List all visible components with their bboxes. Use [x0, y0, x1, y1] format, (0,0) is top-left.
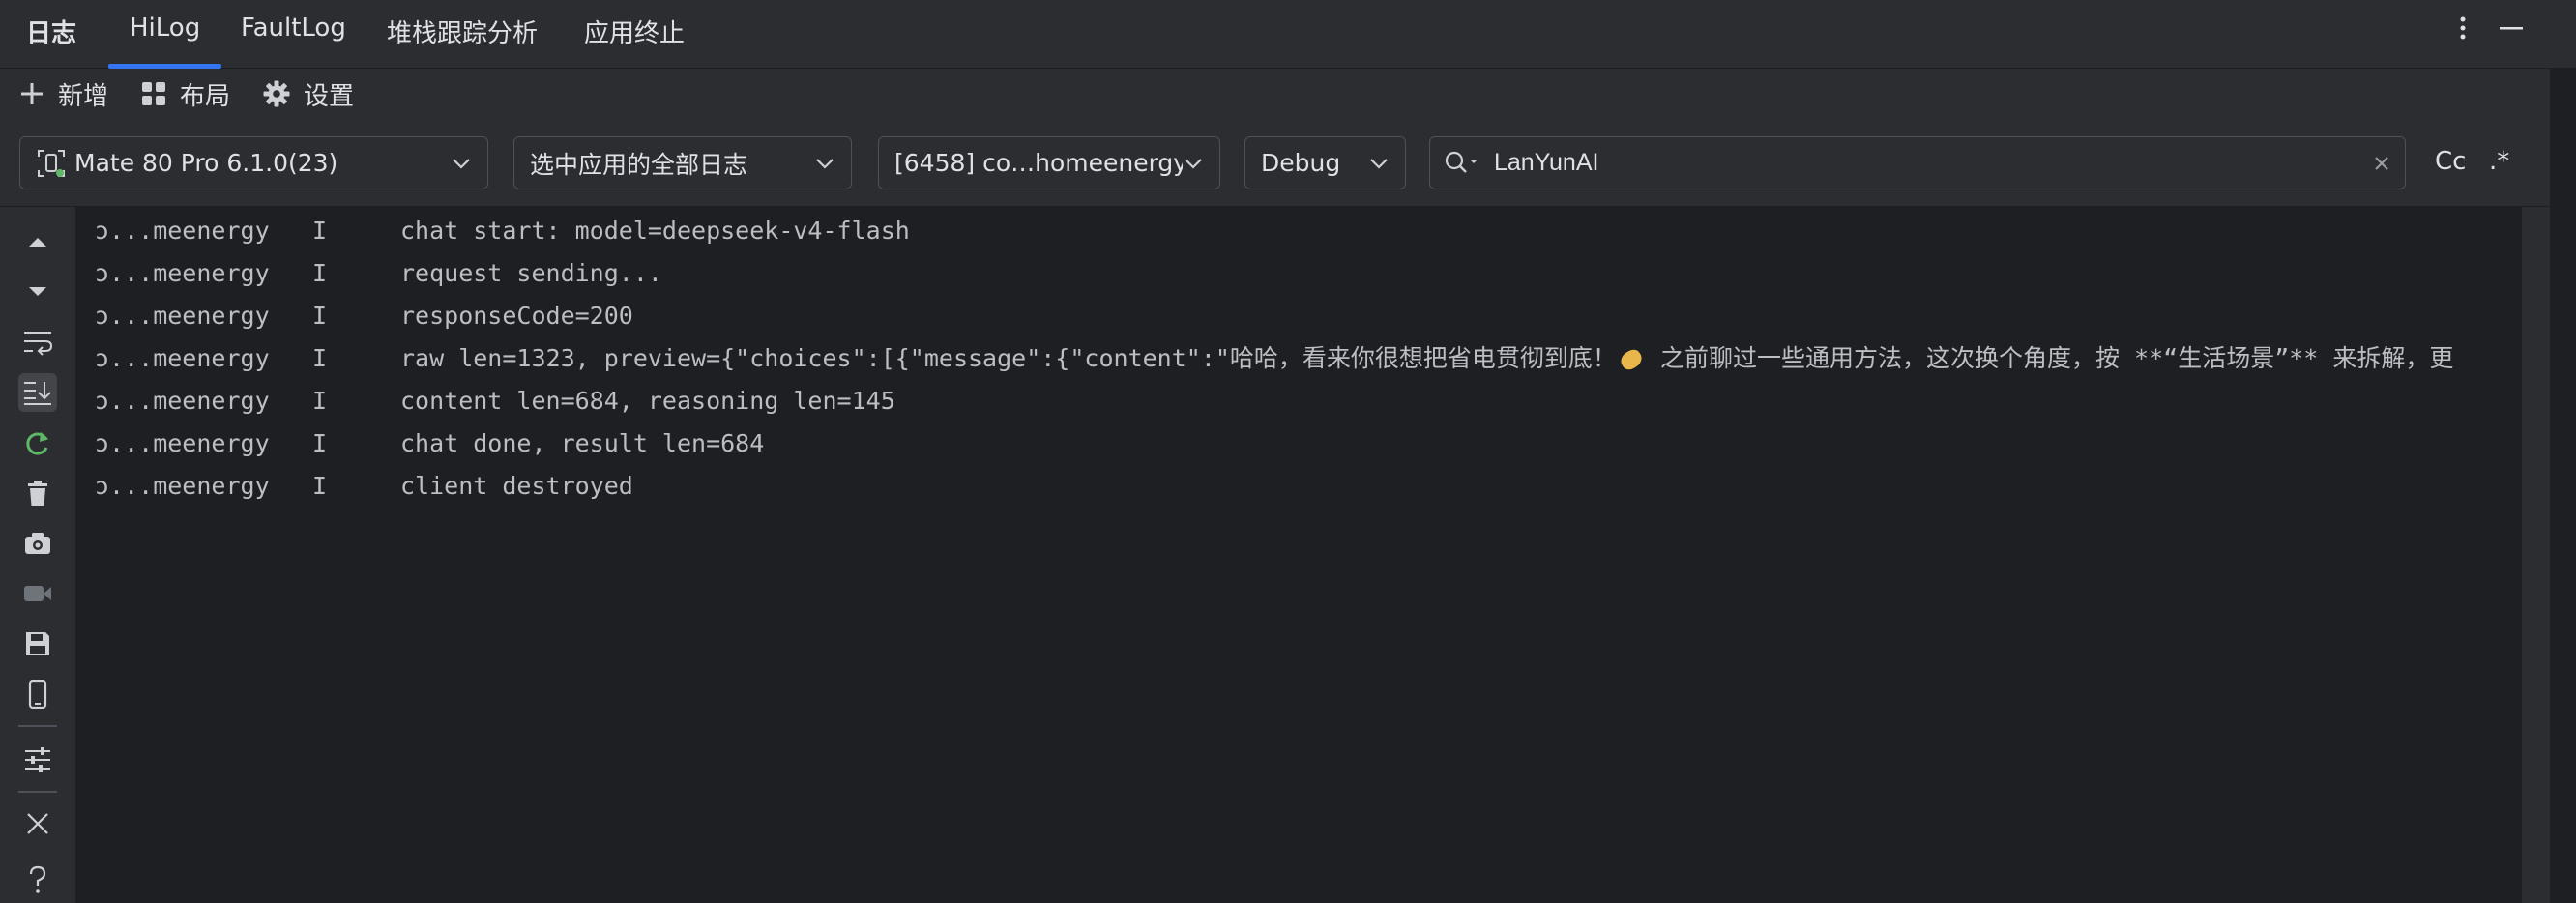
chevron-down-icon: [1370, 158, 1388, 169]
log-message: client destroyed: [400, 472, 633, 500]
chevron-down-icon: [1185, 158, 1202, 169]
panel-title: 日志: [26, 19, 77, 48]
device-icon[interactable]: [18, 675, 57, 714]
log-package: ɔ...meenergy: [95, 429, 270, 457]
device-select-value: Mate 80 Pro 6.1.0(23): [74, 149, 338, 177]
log-vertical-scrollbar[interactable]: [2522, 207, 2550, 903]
add-label: 新增: [58, 81, 109, 111]
sidebar-divider: [18, 725, 57, 727]
log-message: responseCode=200: [400, 302, 633, 330]
log-line: ɔ...meenergy Iclient destroyed: [95, 467, 633, 506]
scroll-up-icon[interactable]: [18, 222, 57, 261]
filter-settings-icon[interactable]: [18, 741, 57, 779]
match-case-toggle[interactable]: Cc: [2435, 147, 2466, 176]
search-input[interactable]: [1492, 148, 2372, 178]
log-package: ɔ...meenergy: [95, 344, 270, 372]
process-select[interactable]: [6458] co…homeenergy: [878, 136, 1220, 189]
log-message: content len=684, reasoning len=145: [400, 387, 895, 415]
level-value: Debug: [1261, 149, 1341, 177]
chevron-down-icon: [816, 158, 834, 169]
log-scope-value: 选中应用的全部日志: [530, 150, 748, 179]
tab-bar: 日志 HiLog FaultLog 堆栈跟踪分析 应用终止: [0, 0, 2576, 69]
scroll-to-end-icon[interactable]: [18, 373, 57, 412]
log-line: ɔ...meenergy Ichat done, result len=684: [95, 424, 764, 463]
gear-icon: [263, 80, 290, 107]
add-button[interactable]: 新增: [19, 76, 108, 111]
clear-log-icon[interactable]: [18, 474, 57, 512]
log-package: ɔ...meenergy: [95, 472, 270, 500]
tab-app-termination[interactable]: 应用终止: [584, 14, 685, 49]
save-icon[interactable]: [18, 625, 57, 663]
log-line: ɔ...meenergy Iraw len=1323, preview={"cho…: [95, 339, 2453, 378]
regex-toggle[interactable]: .*: [2489, 147, 2509, 176]
clear-search-icon[interactable]: [2372, 154, 2391, 173]
screen-record-icon[interactable]: [18, 574, 57, 613]
restart-icon[interactable]: [18, 423, 57, 462]
search-icon[interactable]: [1444, 150, 1478, 177]
log-line: ɔ...meenergy IresponseCode=200: [95, 297, 633, 335]
log-line: ɔ...meenergy Irequest sending...: [95, 254, 662, 293]
tab-hilog[interactable]: HiLog: [107, 14, 222, 69]
log-level: I: [312, 472, 328, 500]
device-select[interactable]: Mate 80 Pro 6.1.0(23): [19, 136, 488, 189]
layout-grid-icon: [142, 82, 165, 105]
process-value: [6458] co…homeenergy: [894, 149, 1183, 177]
log-message-tail: 之前聊过一些通用方法，这次换个角度，按 **“生活场景”** 来拆解，更: [1645, 344, 2454, 372]
layout-label: 布局: [180, 81, 231, 111]
settings-label: 设置: [304, 81, 355, 111]
close-icon[interactable]: [18, 804, 57, 843]
log-package: ɔ...meenergy: [95, 302, 270, 330]
log-output[interactable]: ɔ...meenergy Ichat start: model=deepseek-…: [77, 207, 2522, 903]
hilog-window: 日志 HiLog FaultLog 堆栈跟踪分析 应用终止 新增 布局 设置 M…: [0, 0, 2576, 903]
log-package: ɔ...meenergy: [95, 217, 270, 245]
soft-wrap-icon[interactable]: [18, 323, 57, 362]
log-level: I: [312, 217, 328, 245]
log-search-box: [1429, 136, 2406, 189]
clapping-emoji-icon: [1617, 346, 1645, 373]
filter-bar: Mate 80 Pro 6.1.0(23) 选中应用的全部日志 [6458] c…: [0, 120, 2550, 207]
sidebar-divider: [18, 791, 57, 793]
log-message: chat done, result len=684: [400, 429, 765, 457]
help-icon[interactable]: [18, 860, 57, 899]
log-level: I: [312, 344, 328, 372]
minimize-icon[interactable]: [2497, 12, 2526, 44]
log-actions-sidebar: [0, 207, 76, 903]
log-package: ɔ...meenergy: [95, 259, 270, 287]
log-level: I: [312, 259, 328, 287]
plus-icon: [21, 83, 43, 104]
settings-button[interactable]: 设置: [263, 76, 354, 111]
level-select[interactable]: Debug: [1244, 136, 1406, 189]
scroll-down-icon[interactable]: [18, 273, 57, 311]
layout-button[interactable]: 布局: [141, 76, 230, 111]
log-message: chat start: model=deepseek-v4-flash: [400, 217, 910, 245]
log-message: request sending...: [400, 259, 662, 287]
log-line: ɔ...meenergy Ichat start: model=deepseek-…: [95, 212, 910, 250]
tab-faultlog[interactable]: FaultLog: [241, 14, 346, 43]
more-options-icon[interactable]: [2448, 12, 2477, 44]
log-level: I: [312, 429, 328, 457]
log-level: I: [312, 387, 328, 415]
log-scope-select[interactable]: 选中应用的全部日志: [513, 136, 852, 189]
screenshot-icon[interactable]: [18, 524, 57, 563]
toolbar: 新增 布局 设置: [0, 69, 2550, 120]
chevron-down-icon: [453, 158, 470, 169]
log-line: ɔ...meenergy Icontent len=684, reasoning …: [95, 382, 895, 421]
log-message: raw len=1323, preview={"choices":[{"mess…: [400, 344, 1617, 372]
log-package: ɔ...meenergy: [95, 387, 270, 415]
log-level: I: [312, 302, 328, 330]
tab-stack-trace[interactable]: 堆栈跟踪分析: [387, 14, 538, 49]
device-connected-icon: [38, 149, 65, 177]
